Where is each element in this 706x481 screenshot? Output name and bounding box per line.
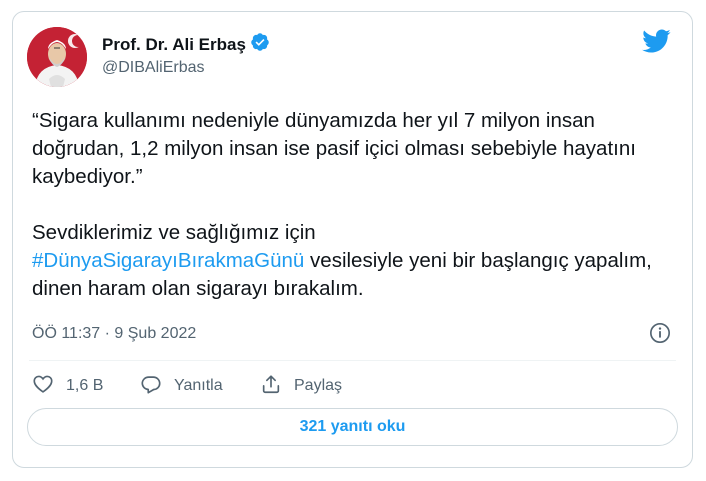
share-label: Paylaş bbox=[294, 377, 343, 394]
author-name-text: Prof. Dr. Ali Erbaş bbox=[102, 34, 246, 54]
tweet-timestamp[interactable]: ÖÖ 11:37 · 9 Şub 2022 bbox=[32, 325, 196, 343]
tweet-paragraph-2: Sevdiklerimiz ve sağlığımız için #DünyaSi… bbox=[32, 219, 682, 303]
share-button[interactable]: Paylaş bbox=[260, 373, 342, 400]
avatar[interactable] bbox=[27, 27, 87, 87]
tweet-card[interactable]: Prof. Dr. Ali Erbaş @DIBAliErbas “Sigara… bbox=[12, 11, 693, 468]
author-handle[interactable]: @DIBAliErbas bbox=[102, 59, 205, 77]
share-icon bbox=[260, 373, 282, 400]
reply-icon bbox=[140, 373, 162, 400]
verified-badge-icon bbox=[250, 32, 270, 57]
tweet-quote: “Sigara kullanımı nedeniyle dünyamızda h… bbox=[32, 109, 636, 188]
tweet-text: “Sigara kullanımı nedeniyle dünyamızda h… bbox=[32, 107, 682, 303]
read-replies-button[interactable]: 321 yanıtı oku bbox=[27, 408, 678, 446]
reply-label: Yanıtla bbox=[174, 377, 223, 394]
reply-button[interactable]: Yanıtla bbox=[140, 373, 260, 400]
tweet-actions: 1,6 B Yanıtla Paylaş bbox=[32, 374, 342, 398]
like-button[interactable]: 1,6 B bbox=[32, 373, 140, 400]
heart-icon bbox=[32, 373, 54, 400]
like-count: 1,6 B bbox=[66, 377, 104, 394]
author-name[interactable]: Prof. Dr. Ali Erbaş bbox=[102, 32, 270, 57]
hashtag-link[interactable]: #DünyaSigarayıBırakmaGünü bbox=[32, 249, 304, 272]
tweet-paragraph-2-prefix: Sevdiklerimiz ve sağlığımız için bbox=[32, 221, 316, 244]
info-icon[interactable] bbox=[649, 322, 671, 344]
divider bbox=[29, 360, 676, 361]
twitter-logo-icon[interactable] bbox=[641, 28, 671, 54]
